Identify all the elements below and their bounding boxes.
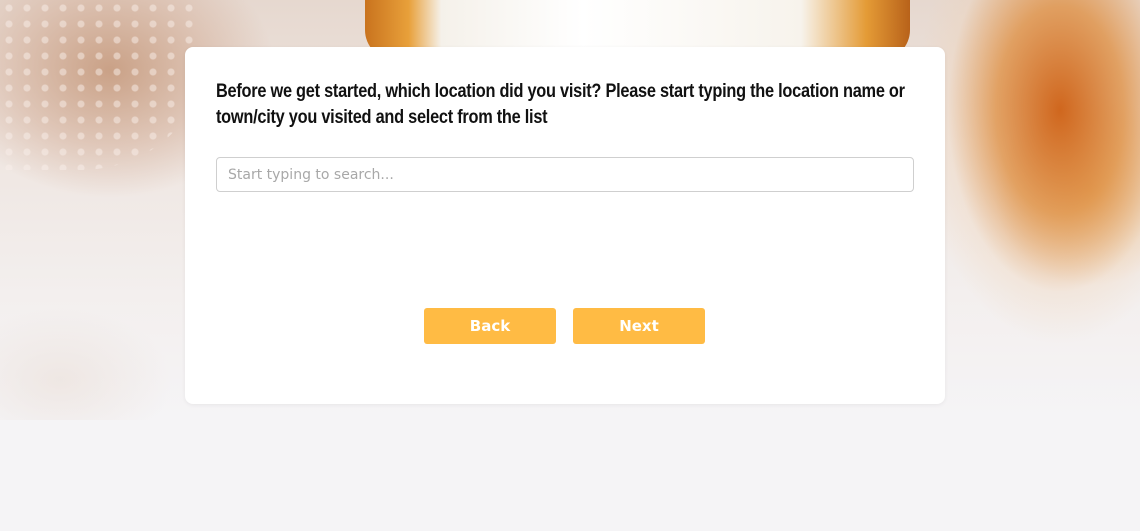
- next-button[interactable]: Next: [573, 308, 705, 344]
- grain-bowl-image: [0, 0, 200, 170]
- question-text: Before we get started, which location di…: [216, 81, 905, 128]
- back-button[interactable]: Back: [424, 308, 556, 344]
- survey-card: Before we get started, which location di…: [185, 47, 945, 404]
- location-search-input[interactable]: [216, 157, 914, 192]
